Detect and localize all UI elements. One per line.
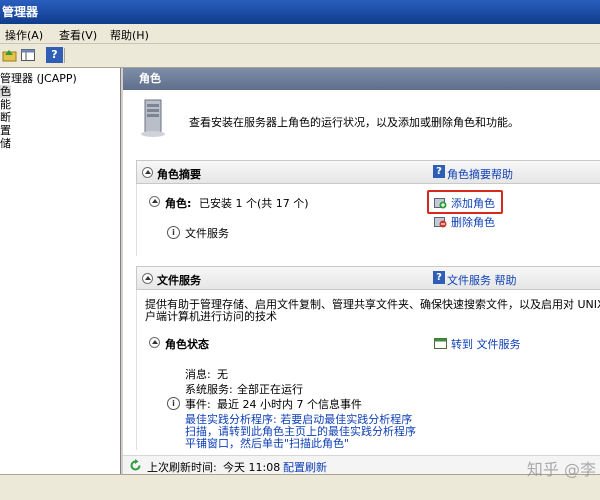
info-icon: i [167, 397, 180, 410]
up-folder-icon [2, 50, 17, 62]
roles-summary-help-link[interactable]: 角色摘要帮助 [447, 166, 513, 182]
tree-item-configuration[interactable]: 置 [0, 124, 11, 137]
up-folder-button[interactable] [2, 47, 19, 63]
show-hide-tree-button[interactable] [20, 47, 37, 63]
menu-action[interactable]: 操作(A) [5, 27, 43, 43]
system-services-label: 系统服务: [185, 383, 233, 396]
console-tree-icon [21, 49, 35, 61]
configure-refresh-link[interactable]: 配置刷新 [283, 459, 327, 475]
refresh-icon[interactable] [129, 459, 142, 472]
tree-root[interactable]: 管理器 (JCAPP) [0, 72, 77, 85]
tree-item-storage[interactable]: 储 [0, 137, 11, 150]
help-icon: ? [433, 165, 445, 178]
system-services-value: 全部正在运行 [237, 383, 303, 396]
file-services-header: 文件服务 ? 文件服务 帮助 [136, 266, 600, 290]
file-services-body: 提供有助于管理存储、启用文件复制、管理共享文件夹、确保快速搜索文件，以及启用对 … [136, 290, 600, 450]
intro-text: 查看安装在服务器上角色的运行状况，以及添加或删除角色和功能。 [189, 116, 519, 129]
events-label: 事件: [185, 398, 211, 411]
main-pane: 角色 查看安装在服务器上角色的运行状况，以及添加或删除角色和功能。 角色摘要 ?… [123, 68, 600, 474]
menu-help[interactable]: 帮助(H) [110, 27, 149, 43]
collapse-icon[interactable] [142, 167, 153, 178]
add-roles-highlight [427, 190, 503, 214]
collapse-role-status-icon[interactable] [149, 337, 160, 348]
file-services-title: 文件服务 [157, 274, 201, 287]
toolbar-separator [64, 48, 65, 63]
role-status-title: 角色状态 [165, 338, 209, 351]
help-icon: ? [51, 48, 58, 61]
menu-view[interactable]: 查看(V) [59, 27, 97, 43]
remove-roles-link[interactable]: 删除角色 [451, 214, 495, 230]
window-title: 管理器 [0, 0, 600, 24]
goto-file-services-link[interactable]: 转到 文件服务 [451, 336, 521, 352]
help-icon: ? [433, 271, 445, 284]
toolbar: ? [0, 44, 600, 68]
menu-bar: 操作(A) 查看(V) 帮助(H) [0, 24, 600, 44]
roles-count: 已安装 1 个(共 17 个) [199, 197, 309, 210]
file-services-role-link[interactable]: 文件服务 [185, 225, 229, 241]
collapse-icon[interactable] [142, 273, 153, 284]
bpa-line3: 平铺窗口，然后单击"扫描此角色" [185, 437, 350, 450]
server-icon [141, 99, 165, 137]
roles-label: 角色: [165, 197, 192, 210]
roles-summary-body: 角色: 已安装 1 个(共 17 个) i 文件服务 添加角色 删除角色 [136, 184, 600, 256]
goto-icon [434, 338, 447, 349]
help-button[interactable]: ? [46, 47, 63, 63]
roles-summary-title: 角色摘要 [157, 168, 201, 181]
tree-item-features[interactable]: 能 [0, 98, 11, 111]
page-title: 角色 [123, 68, 600, 90]
messages-label: 消息: [185, 368, 211, 381]
messages-value: 无 [217, 368, 228, 381]
events-value: 最近 24 小时内 7 个信息事件 [217, 398, 362, 411]
last-refresh-label: 上次刷新时间: [147, 461, 217, 474]
file-services-desc-line2: 户端计算机进行访问的技术 [145, 310, 277, 323]
tree-item-diagnostics[interactable]: 断 [0, 111, 11, 124]
roles-summary-header: 角色摘要 ? 角色摘要帮助 [136, 160, 600, 184]
collapse-roles-icon[interactable] [149, 196, 160, 207]
info-icon: i [167, 226, 180, 239]
remove-roles-icon [434, 217, 447, 228]
watermark: 知乎 @李 [526, 460, 596, 479]
last-refresh-time: 今天 11:08 [223, 461, 281, 474]
bottom-status-bar [0, 474, 600, 500]
console-tree: 管理器 (JCAPP) 色 能 断 置 储 [0, 68, 121, 474]
file-services-help-link[interactable]: 文件服务 帮助 [447, 272, 517, 288]
tree-item-roles[interactable]: 色 [0, 85, 11, 98]
